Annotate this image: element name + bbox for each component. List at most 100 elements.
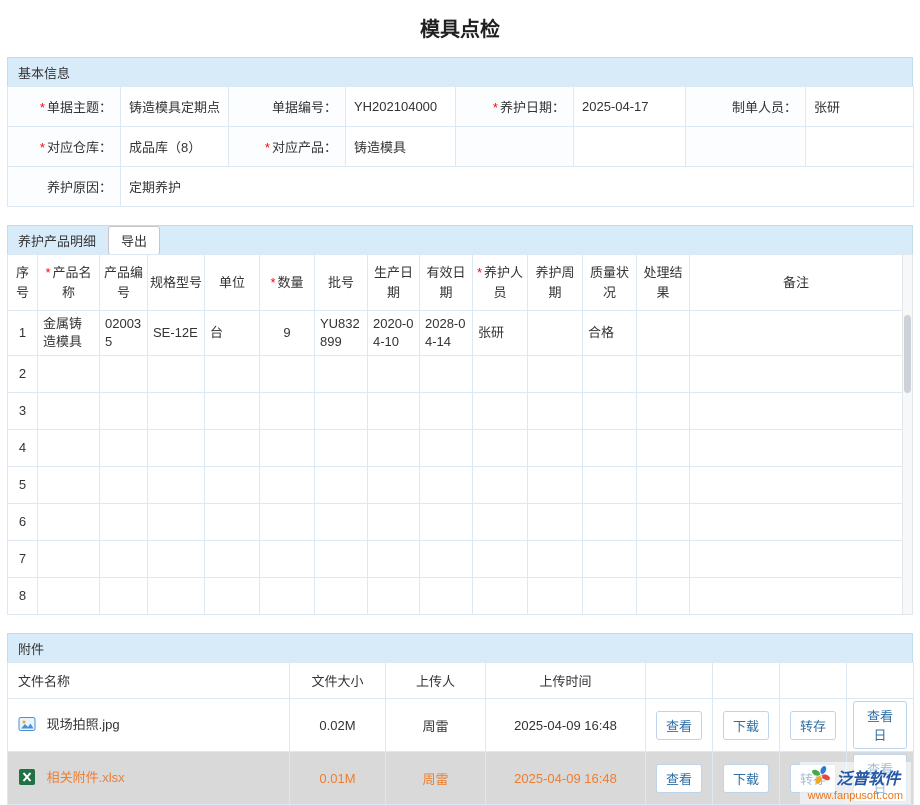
cell-seq: 8 bbox=[8, 578, 38, 615]
cell bbox=[690, 356, 903, 393]
export-button[interactable]: 导出 bbox=[108, 226, 160, 255]
form-row: *单据主题： 铸造模具定期点 单据编号： YH202104000 *养护日期： … bbox=[8, 87, 914, 127]
column-header-product-code: 产品编号 bbox=[100, 255, 148, 311]
cell bbox=[637, 393, 690, 430]
field-label-text: 制单人员： bbox=[732, 100, 797, 115]
file-name-link[interactable]: 现场拍照.jpg bbox=[47, 717, 120, 732]
detail-table-wrap: 序号 *产品名称 产品编号 规格型号 单位 *数量 批号 生产日期 有效日期 *… bbox=[7, 254, 913, 615]
image-file-icon bbox=[18, 715, 36, 736]
cell bbox=[420, 504, 473, 541]
cell-result bbox=[637, 311, 690, 356]
detail-table: 序号 *产品名称 产品编号 规格型号 单位 *数量 批号 生产日期 有效日期 *… bbox=[7, 254, 903, 615]
cell-seq: 4 bbox=[8, 430, 38, 467]
cell bbox=[690, 578, 903, 615]
column-label: 质量状况 bbox=[590, 265, 629, 300]
table-row: 4 bbox=[8, 430, 903, 467]
required-mark: * bbox=[493, 100, 498, 115]
field-label-subject: *单据主题： bbox=[8, 87, 121, 127]
field-value-maint-date: 2025-04-17 bbox=[574, 87, 686, 127]
cell bbox=[473, 467, 528, 504]
field-label-maint-date: *养护日期： bbox=[456, 87, 574, 127]
view-button[interactable]: 查看 bbox=[656, 764, 702, 793]
column-header-spec: 规格型号 bbox=[148, 255, 205, 311]
cell-qty: 9 bbox=[260, 311, 315, 356]
download-button[interactable]: 下载 bbox=[723, 711, 769, 740]
cell bbox=[583, 541, 637, 578]
view-button[interactable]: 查看 bbox=[656, 711, 702, 740]
column-header-actions bbox=[847, 663, 914, 699]
field-label-product: *对应产品： bbox=[229, 127, 346, 167]
cell-person: 张研 bbox=[473, 311, 528, 356]
basic-info-section: 基本信息 *单据主题： 铸造模具定期点 单据编号： YH202104000 *养… bbox=[7, 57, 913, 207]
column-header-actions bbox=[713, 663, 780, 699]
field-label-reason: 养护原因： bbox=[8, 167, 121, 207]
table-row: 6 bbox=[8, 504, 903, 541]
attachments-header: 附件 bbox=[7, 633, 913, 663]
cell-batch: YU832899 bbox=[315, 311, 368, 356]
column-label: 处理结果 bbox=[643, 265, 682, 300]
field-label-text: 养护原因： bbox=[47, 180, 112, 195]
field-label-text: 对应产品： bbox=[272, 140, 337, 155]
column-label: 批号 bbox=[328, 275, 354, 290]
cell bbox=[583, 356, 637, 393]
attachments-title: 附件 bbox=[18, 639, 44, 658]
file-name-cell: 相关附件.xlsx bbox=[8, 752, 290, 805]
action-cell: 转存 bbox=[780, 699, 847, 752]
cell bbox=[368, 430, 420, 467]
cell bbox=[148, 541, 205, 578]
column-header-qty: *数量 bbox=[260, 255, 315, 311]
file-size-cell: 0.01M bbox=[290, 752, 386, 805]
column-header-unit: 单位 bbox=[205, 255, 260, 311]
cell bbox=[528, 467, 583, 504]
cell bbox=[583, 504, 637, 541]
field-label-doc-no: 单据编号： bbox=[229, 87, 346, 127]
column-label: 单位 bbox=[219, 275, 245, 290]
file-name-link[interactable]: 相关附件.xlsx bbox=[47, 770, 125, 785]
cell bbox=[473, 504, 528, 541]
cell bbox=[148, 467, 205, 504]
cell bbox=[690, 467, 903, 504]
cell bbox=[420, 356, 473, 393]
scrollbar-thumb[interactable] bbox=[904, 315, 911, 393]
column-header-file-size: 文件大小 bbox=[290, 663, 386, 699]
table-row: 3 bbox=[8, 393, 903, 430]
cell-seq: 3 bbox=[8, 393, 38, 430]
column-label: 产品名称 bbox=[53, 265, 92, 300]
excel-file-icon bbox=[18, 768, 36, 789]
cell bbox=[38, 504, 100, 541]
transfer-button[interactable]: 转存 bbox=[790, 764, 836, 793]
empty-cell bbox=[806, 127, 914, 167]
field-value-warehouse: 成品库（8） bbox=[121, 127, 229, 167]
table-row: 1 金属铸造模具 020035 SE-12E 台 9 YU832899 2020… bbox=[8, 311, 903, 356]
download-button[interactable]: 下载 bbox=[723, 764, 769, 793]
cell bbox=[205, 393, 260, 430]
page-title: 模具点检 bbox=[7, 0, 913, 57]
cell-quality: 合格 bbox=[583, 311, 637, 356]
empty-cell bbox=[686, 127, 806, 167]
cell bbox=[637, 578, 690, 615]
form-row: 养护原因： 定期养护 bbox=[8, 167, 914, 207]
column-header-actions bbox=[780, 663, 847, 699]
action-cell: 转存 bbox=[780, 752, 847, 805]
view-log-button[interactable]: 查看日 bbox=[853, 701, 907, 749]
cell bbox=[528, 578, 583, 615]
cell bbox=[205, 467, 260, 504]
column-header-batch: 批号 bbox=[315, 255, 368, 311]
field-value-subject: 铸造模具定期点 bbox=[121, 87, 229, 127]
cell bbox=[148, 504, 205, 541]
vertical-scrollbar[interactable] bbox=[902, 254, 913, 615]
cell bbox=[260, 393, 315, 430]
cell bbox=[315, 578, 368, 615]
file-size-cell: 0.02M bbox=[290, 699, 386, 752]
transfer-button[interactable]: 转存 bbox=[790, 711, 836, 740]
cell bbox=[38, 578, 100, 615]
table-row: 7 bbox=[8, 541, 903, 578]
cell bbox=[473, 541, 528, 578]
cell bbox=[148, 356, 205, 393]
required-mark: * bbox=[40, 100, 45, 115]
required-mark: * bbox=[40, 140, 45, 155]
cell bbox=[528, 356, 583, 393]
view-log-button[interactable]: 查看日 bbox=[853, 754, 907, 802]
cell bbox=[205, 541, 260, 578]
cell bbox=[420, 541, 473, 578]
